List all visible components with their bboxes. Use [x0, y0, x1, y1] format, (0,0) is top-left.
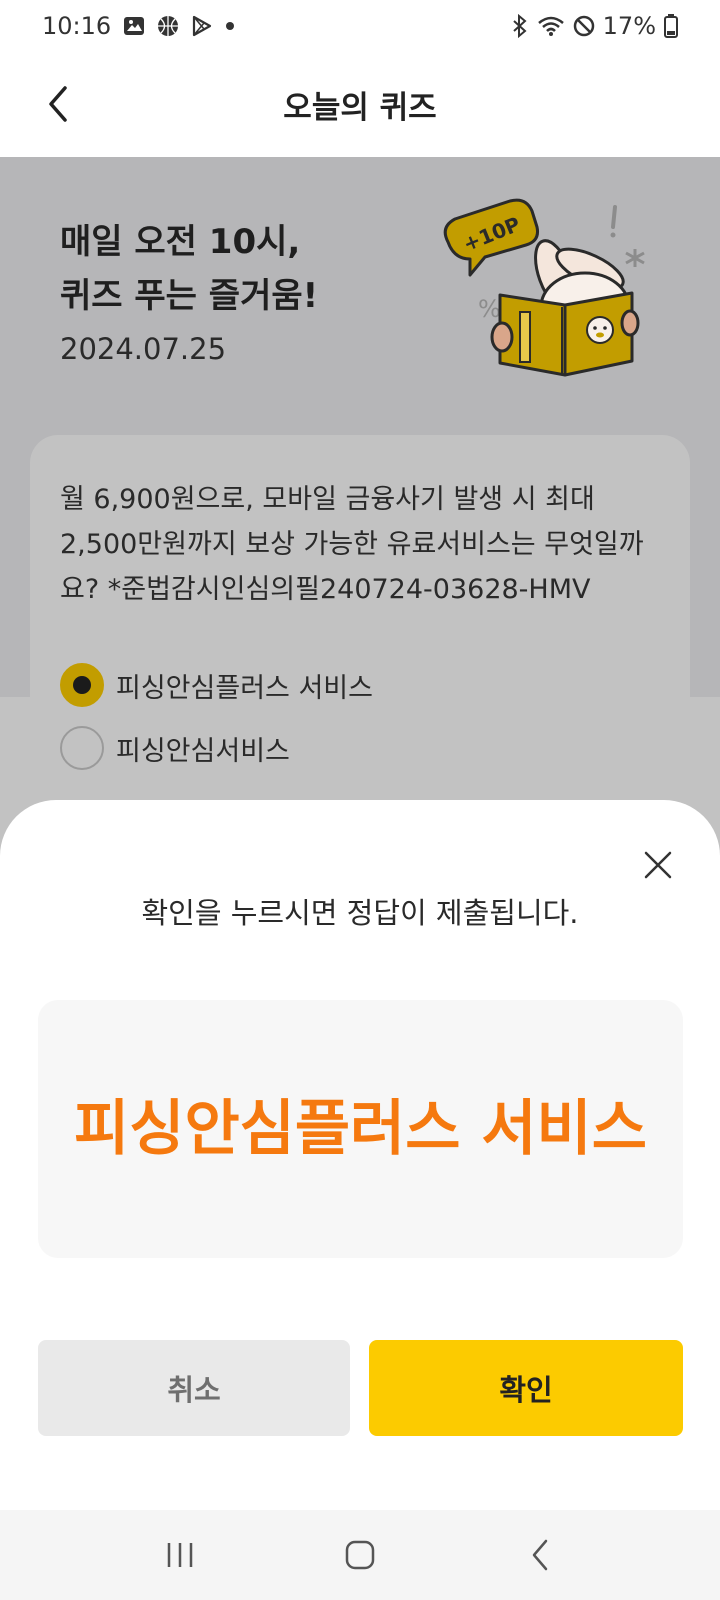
play-store-icon	[191, 15, 213, 37]
dot-icon	[225, 21, 235, 31]
close-button[interactable]	[638, 845, 678, 885]
rabbit-reading-illustration: +10P %	[443, 198, 645, 377]
do-not-disturb-icon	[573, 15, 595, 37]
radio-unselected[interactable]	[60, 726, 104, 770]
hero-title: 매일 오전 10시, 퀴즈 푸는 즐거움!	[60, 222, 319, 316]
back-icon	[532, 1539, 548, 1571]
back-button[interactable]	[34, 80, 82, 128]
option-phishing-plus[interactable]: 피싱안심플러스 서비스	[60, 663, 373, 707]
selected-answer-text: 피싱안심플러스 서비스	[74, 1094, 647, 1164]
cancel-button[interactable]: 취소	[38, 1340, 350, 1436]
app-header: 오늘의 퀴즈	[0, 52, 720, 157]
home-icon	[345, 1540, 375, 1570]
quiz-date: 2024.07.25	[60, 332, 227, 366]
wifi-icon	[537, 15, 565, 37]
radio-selected[interactable]	[60, 663, 104, 707]
system-nav-bar	[0, 1510, 720, 1600]
option-label: 피싱안심서비스	[116, 735, 290, 767]
battery-icon	[664, 14, 678, 38]
status-time: 10:16	[42, 12, 112, 40]
status-bar: 10:16 17%	[0, 0, 720, 52]
points-badge: +10P	[443, 198, 539, 277]
option-phishing-basic[interactable]: 피싱안심서비스	[60, 726, 290, 770]
confirm-button[interactable]: 확인	[369, 1340, 683, 1436]
svg-text:%: %	[478, 295, 501, 323]
gallery-icon	[123, 15, 145, 37]
basketball-icon	[157, 15, 179, 37]
recent-apps-icon	[167, 1543, 193, 1567]
confirm-message: 확인을 누르시면 정답이 제출됩니다.	[141, 896, 579, 930]
question-text: 월 6,900원으로, 모바일 금융사기 발생 시 최대 2,500만원까지 보…	[60, 484, 644, 605]
confirm-bottom-sheet: 확인을 누르시면 정답이 제출됩니다. 피싱안심플러스 서비스 취소 확인	[0, 800, 720, 1510]
battery-percent: 17%	[602, 12, 656, 40]
recent-apps-button[interactable]	[150, 1525, 210, 1585]
selected-answer-box: 피싱안심플러스 서비스	[38, 1000, 683, 1258]
bluetooth-icon	[511, 14, 529, 38]
close-icon	[644, 851, 672, 879]
nav-back-button[interactable]	[510, 1525, 570, 1585]
back-arrow-icon	[49, 86, 67, 122]
option-label: 피싱안심플러스 서비스	[116, 672, 373, 704]
home-button[interactable]	[330, 1525, 390, 1585]
page-title: 오늘의 퀴즈	[283, 90, 437, 126]
